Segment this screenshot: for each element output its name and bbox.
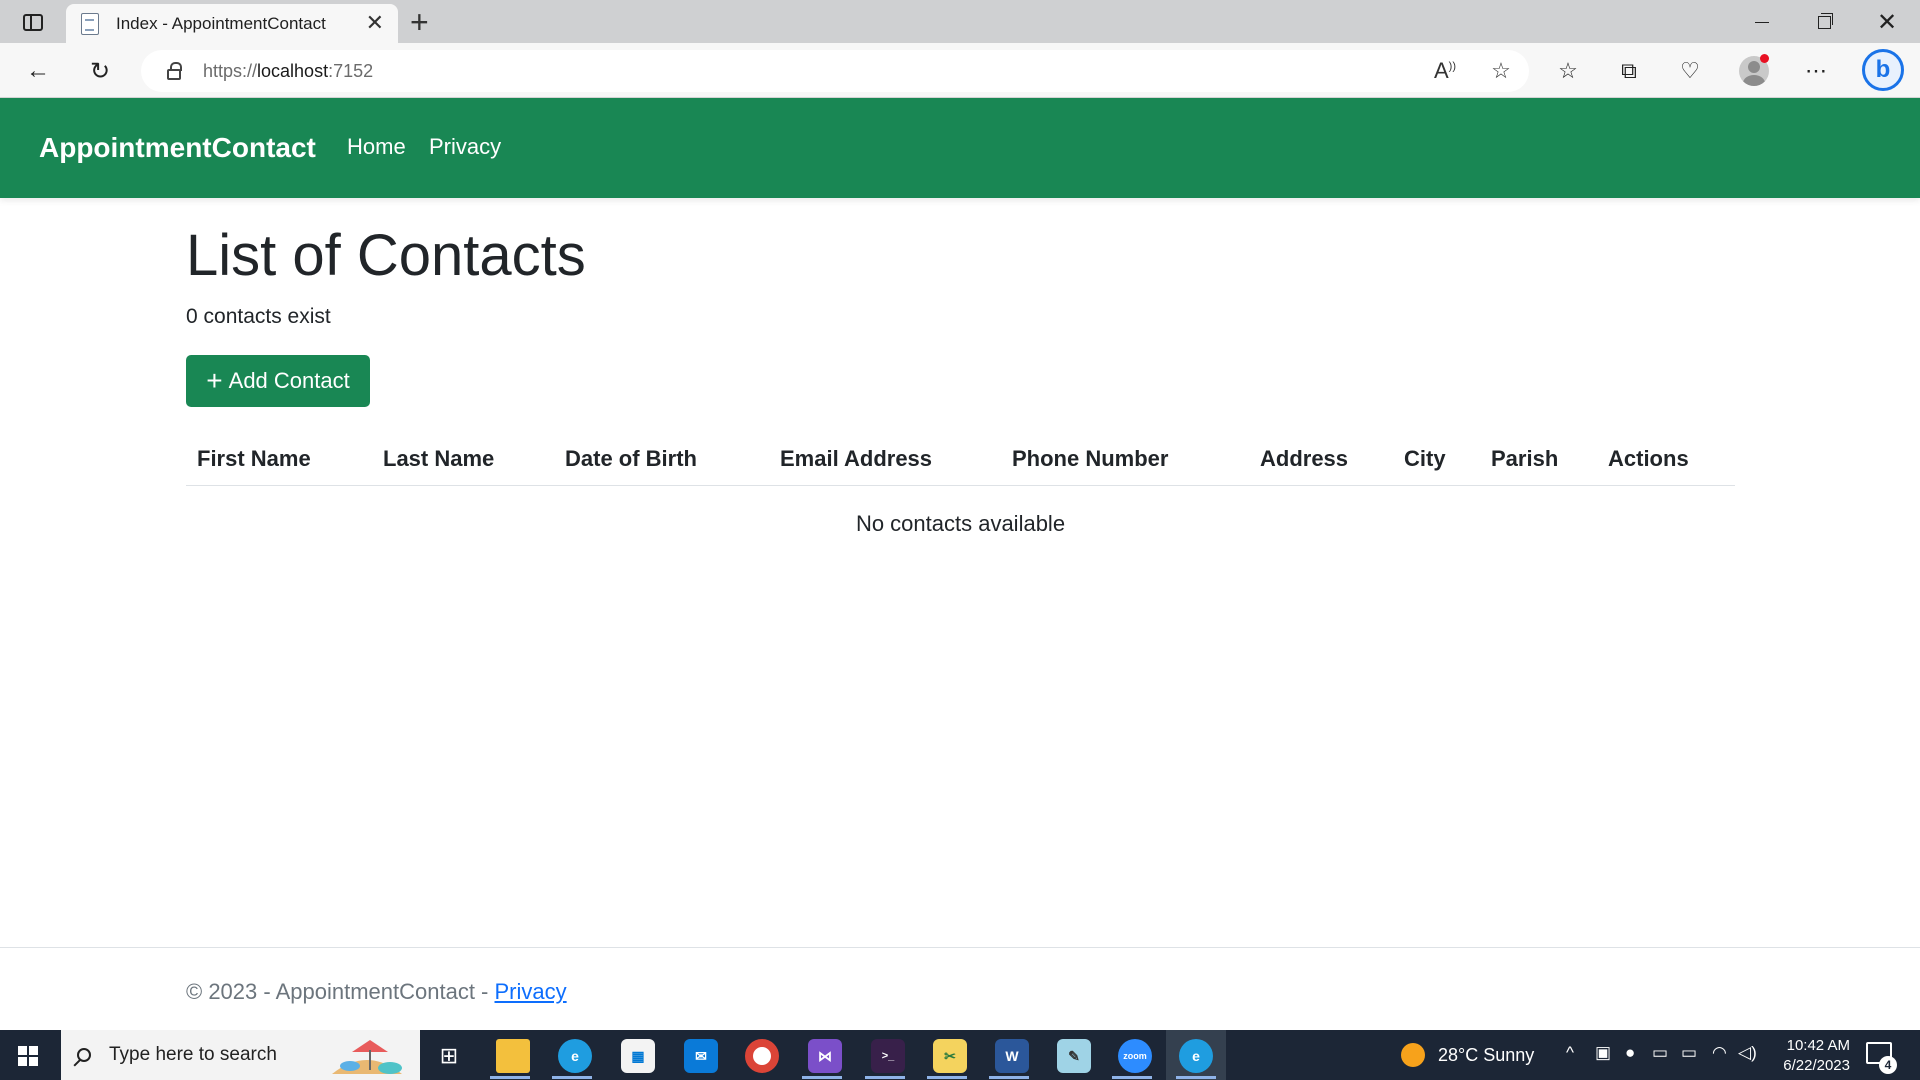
zoom-icon[interactable]: zoom [1118, 1039, 1152, 1073]
url-text[interactable]: https://localhost:7152 [203, 61, 373, 82]
column-header-parish: Parish [1491, 446, 1559, 471]
taskbar-indicator [989, 1076, 1029, 1079]
sidebar-icon [23, 13, 43, 31]
column-header-last-name: Last Name [383, 446, 495, 471]
navbar-brand[interactable]: AppointmentContact [39, 132, 316, 164]
tab-title: Index - AppointmentContact [116, 13, 326, 33]
more-icon[interactable]: ⋯ [1796, 52, 1836, 90]
windows-start-icon[interactable] [18, 1046, 38, 1066]
site-footer: © 2023 - AppointmentContact - Privacy [0, 947, 1920, 1030]
taskbar-search-box[interactable]: Type here to search [61, 1030, 420, 1080]
taskbar-indicator [490, 1076, 530, 1079]
browser-tab[interactable]: Index - AppointmentContact ✕ [66, 4, 398, 43]
search-placeholder: Type here to search [109, 1044, 277, 1065]
mail-icon[interactable]: ✉ [684, 1039, 718, 1073]
column-header-city: City [1404, 446, 1446, 471]
contacts-table: First Name Last Name Date of Birth Email… [186, 436, 1735, 566]
clock-date: 6/22/2023 [1783, 1057, 1850, 1074]
taskbar-indicator [1176, 1076, 1216, 1079]
add-contact-button[interactable]: + Add Contact [186, 355, 370, 407]
favorites-icon[interactable]: ☆ [1548, 52, 1588, 90]
word-icon[interactable]: W [995, 1039, 1029, 1073]
display-icon[interactable]: ▭ [1652, 1043, 1668, 1063]
battery-icon[interactable]: ▭ [1681, 1043, 1697, 1063]
microphone-icon[interactable]: ● [1625, 1043, 1635, 1063]
search-icon [77, 1048, 91, 1062]
task-view-icon[interactable]: ⊞ [432, 1039, 466, 1073]
browser-toolbar: ← ↻ https://localhost:7152 A)) ☆ ☆ ⧉ ♡ ⋯ [0, 43, 1920, 98]
snipping-tool-icon[interactable]: ✂ [933, 1039, 967, 1073]
refresh-icon[interactable]: ↻ [84, 55, 116, 87]
notification-dot [1760, 54, 1769, 63]
chrome-icon[interactable] [745, 1039, 779, 1073]
taskbar-indicator [802, 1076, 842, 1079]
performance-icon[interactable]: ♡ [1670, 52, 1710, 90]
footer-text: © 2023 - AppointmentContact - Privacy [186, 979, 567, 1005]
taskbar-clock[interactable]: 10:42 AM 6/22/2023 [1756, 1036, 1850, 1076]
read-aloud-icon[interactable]: A)) [1417, 58, 1473, 84]
edge-icon[interactable]: e [558, 1039, 592, 1073]
wifi-icon[interactable]: ◠ [1712, 1043, 1727, 1063]
bing-icon[interactable]: b [1862, 49, 1904, 91]
table-header: First Name Last Name Date of Birth Email… [186, 436, 1735, 486]
plus-icon: + [206, 365, 223, 396]
minimize-button[interactable] [1742, 8, 1782, 36]
weather-sun-icon[interactable] [1401, 1043, 1425, 1067]
page-icon [81, 12, 99, 35]
table-row: No contacts available [186, 486, 1735, 566]
contact-count: 0 contacts exist [186, 305, 331, 328]
lock-icon[interactable] [167, 61, 182, 80]
edge-active-icon[interactable]: e [1179, 1039, 1213, 1073]
column-header-actions: Actions [1608, 446, 1689, 471]
window-close-button[interactable]: ✕ [1867, 8, 1907, 36]
add-contact-label: Add Contact [228, 368, 350, 393]
file-explorer-icon[interactable] [496, 1039, 530, 1073]
star-icon[interactable]: ☆ [1473, 58, 1529, 84]
terminal-icon[interactable]: >_ [871, 1039, 905, 1073]
nav-link-home[interactable]: Home [347, 134, 406, 160]
search-highlight-icon [332, 1040, 402, 1074]
notification-count-badge: 4 [1879, 1056, 1897, 1074]
footer-copyright: © 2023 - AppointmentContact - [186, 979, 495, 1004]
empty-message: No contacts available [855, 511, 1066, 536]
taskbar-indicator [552, 1076, 592, 1079]
column-header-date-of-birth: Date of Birth [565, 446, 697, 471]
back-icon[interactable]: ← [22, 55, 54, 87]
page-title: List of Contacts [186, 223, 586, 288]
taskbar-indicator [1112, 1076, 1152, 1079]
microsoft-store-icon[interactable]: ▦ [621, 1039, 655, 1073]
volume-icon[interactable]: ◁) [1738, 1043, 1757, 1063]
clock-time: 10:42 AM [1786, 1037, 1850, 1054]
minimize-icon [1755, 21, 1769, 23]
address-bar[interactable]: https://localhost:7152 A)) ☆ [141, 50, 1529, 92]
nav-link-privacy[interactable]: Privacy [429, 134, 501, 160]
taskbar-indicator [927, 1076, 967, 1079]
notepad-icon[interactable]: ✎ [1057, 1039, 1091, 1073]
column-header-address: Address [1260, 446, 1349, 471]
taskbar-indicator [865, 1076, 905, 1079]
chevron-up-icon[interactable]: ^ [1566, 1043, 1574, 1063]
column-header-first-name: First Name [197, 446, 311, 471]
collections-icon[interactable]: ⧉ [1609, 52, 1649, 90]
footer-privacy-link[interactable]: Privacy [495, 979, 567, 1004]
column-header-email-address: Email Address [780, 446, 933, 471]
new-tab-button[interactable]: + [410, 6, 429, 38]
restore-icon [1817, 12, 1833, 29]
browser-tab-strip: Index - AppointmentContact ✕ + ✕ [0, 0, 1920, 43]
column-header-phone-number: Phone Number [1012, 446, 1169, 471]
tab-actions-button[interactable] [16, 8, 50, 36]
meet-now-icon[interactable]: ▣ [1595, 1043, 1611, 1063]
visual-studio-icon[interactable]: ⋈ [808, 1039, 842, 1073]
restore-button[interactable] [1804, 8, 1844, 36]
site-navbar: AppointmentContact Home Privacy [0, 98, 1920, 198]
weather-text[interactable]: 28°C Sunny [1438, 1045, 1534, 1066]
close-icon[interactable]: ✕ [366, 12, 384, 34]
